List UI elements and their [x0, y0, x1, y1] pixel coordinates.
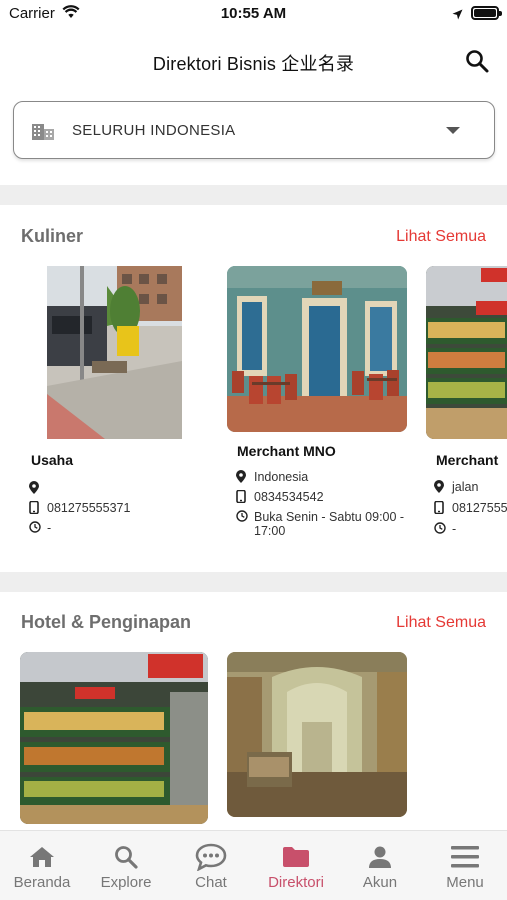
business-location	[29, 481, 47, 497]
location-arrow-icon	[452, 7, 463, 25]
nav-item-beranda[interactable]: Beranda	[0, 831, 84, 900]
status-bar: Carrier 10:55 AM	[0, 0, 507, 28]
business-photo	[426, 266, 507, 439]
nav-item-chat[interactable]: Chat	[169, 831, 253, 900]
clock-icon	[29, 521, 43, 536]
hamburger-menu-icon	[423, 843, 507, 871]
nav-item-explore[interactable]: Explore	[84, 831, 168, 900]
business-phone: 0834534542	[236, 489, 324, 506]
section-divider	[0, 572, 507, 592]
region-value: SELURUH INDONESIA	[72, 122, 236, 139]
search-icon	[84, 843, 168, 871]
business-name: Merchant	[436, 452, 499, 468]
phone-icon	[29, 500, 43, 517]
business-phone: 081275555371	[29, 500, 131, 517]
nav-item-direktori[interactable]: Direktori	[254, 831, 338, 900]
section-title-kuliner: Kuliner	[21, 226, 84, 246]
location-text: Indonesia	[254, 470, 309, 484]
see-all-hotel-link[interactable]: Lihat Semua	[396, 614, 486, 632]
bottom-navigation: Beranda Explore Chat Direktori Akun Menu	[0, 830, 507, 900]
see-all-kuliner-link[interactable]: Lihat Semua	[396, 228, 486, 246]
nav-item-akun[interactable]: Akun	[338, 831, 422, 900]
nav-label: Explore	[100, 874, 152, 891]
person-icon	[338, 843, 422, 871]
nav-item-menu[interactable]: Menu	[423, 831, 507, 900]
home-icon	[0, 843, 84, 871]
business-photo	[227, 266, 407, 432]
chevron-down-icon	[446, 127, 460, 134]
location-pin-icon	[29, 481, 43, 497]
nav-label: Direktori	[268, 874, 324, 891]
phone-icon	[434, 500, 448, 517]
business-photo	[20, 652, 208, 824]
business-phone: 08127555	[434, 500, 507, 517]
folder-icon	[254, 843, 338, 871]
business-photo	[47, 266, 182, 439]
hours-text: -	[452, 522, 457, 536]
phone-text: 0834534542	[254, 490, 324, 504]
business-photo	[227, 652, 407, 817]
section-title-hotel: Hotel & Penginapan	[21, 612, 192, 632]
app-header: Direktori Bisnis 企业名录	[0, 36, 507, 86]
location-text: jalan	[452, 480, 479, 494]
search-button[interactable]	[464, 48, 492, 76]
business-name: Merchant MNO	[237, 443, 336, 459]
phone-text: 08127555	[452, 501, 507, 515]
chat-bubble-icon	[169, 843, 253, 871]
location-pin-icon	[434, 480, 448, 496]
hours-text: -	[47, 521, 52, 535]
nav-label: Akun	[362, 874, 398, 891]
business-hours: -	[29, 521, 51, 536]
building-icon	[32, 120, 54, 145]
business-hours: -	[434, 522, 456, 537]
location-pin-icon	[236, 470, 250, 486]
search-icon	[466, 50, 489, 73]
nav-label: Chat	[195, 874, 227, 891]
business-location: jalan	[434, 480, 478, 496]
hours-text: Buka Senin - Sabtu 09:00 - 17:00	[254, 510, 405, 538]
clock-icon	[236, 510, 250, 525]
business-location: Indonesia	[236, 470, 308, 486]
page-title: Direktori Bisnis 企业名录	[152, 54, 355, 74]
nav-label: Menu	[446, 874, 484, 891]
nav-label: Beranda	[13, 874, 71, 891]
phone-icon	[236, 489, 250, 506]
battery-icon	[471, 6, 502, 20]
phone-text: 081275555371	[47, 501, 131, 515]
clock-icon	[434, 522, 448, 537]
business-name: Usaha	[31, 452, 74, 468]
region-dropdown[interactable]: SELURUH INDONESIA	[13, 101, 495, 159]
section-divider	[0, 185, 507, 205]
business-hours: Buka Senin - Sabtu 09:00 - 17:00	[236, 510, 419, 538]
status-time: 10:55 AM	[220, 5, 287, 22]
